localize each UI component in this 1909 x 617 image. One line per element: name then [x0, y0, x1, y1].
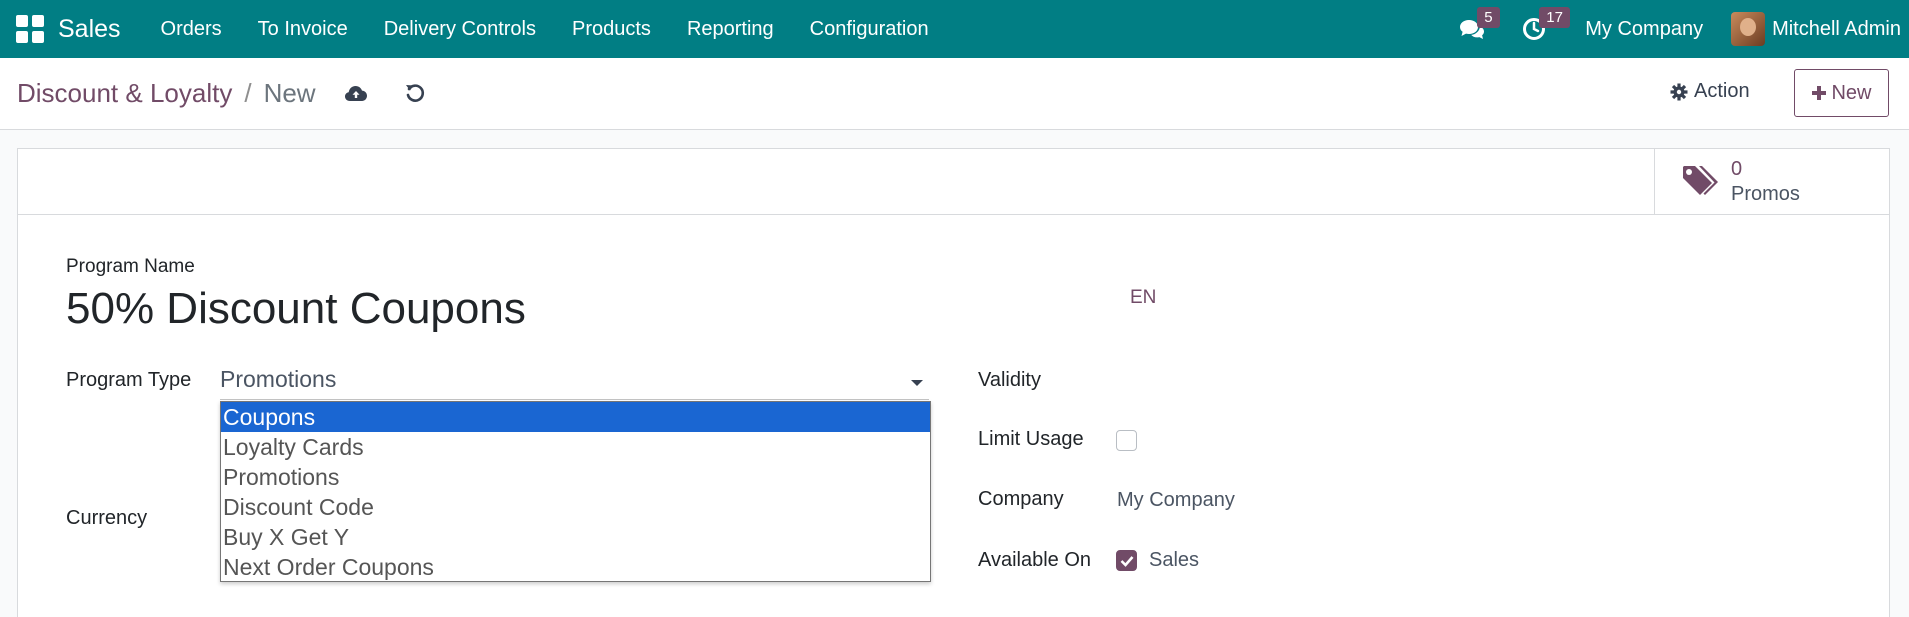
program-type-label: Program Type: [66, 369, 192, 391]
program-type-option[interactable]: Buy X Get Y: [221, 522, 930, 552]
save-cloud-icon[interactable]: [343, 80, 369, 106]
form-sheet: 0 Promos Program Name 50% Discount Coupo…: [17, 148, 1890, 617]
program-type-option[interactable]: Coupons: [221, 402, 930, 432]
promos-label: Promos: [1731, 182, 1800, 205]
control-panel: Discount & Loyalty / New Action New: [0, 58, 1909, 130]
program-type-value: Promotions: [220, 366, 337, 392]
program-type-option[interactable]: Discount Code: [221, 492, 930, 522]
menu-to-invoice[interactable]: To Invoice: [240, 18, 366, 41]
company-label: Company: [978, 488, 1064, 510]
activities-count-badge: 17: [1539, 7, 1570, 28]
available-on-sales-checkbox[interactable]: [1116, 550, 1137, 571]
company-field[interactable]: My Company: [1117, 489, 1235, 512]
user-menu[interactable]: Mitchell Admin: [1772, 18, 1901, 41]
action-menu-button[interactable]: Action: [1670, 80, 1750, 103]
menu-products[interactable]: Products: [554, 18, 669, 41]
program-type-select[interactable]: Promotions: [220, 366, 929, 400]
discard-undo-icon[interactable]: [402, 80, 428, 106]
program-type-option[interactable]: Loyalty Cards: [221, 432, 930, 462]
menu-orders[interactable]: Orders: [143, 18, 240, 41]
menu-delivery-controls[interactable]: Delivery Controls: [366, 18, 554, 41]
messages-count-badge: 5: [1477, 7, 1500, 28]
user-avatar[interactable]: [1731, 12, 1766, 46]
caret-down-icon: [911, 380, 923, 386]
new-button[interactable]: New: [1794, 69, 1889, 117]
promos-stat-text: 0 Promos: [1731, 157, 1800, 207]
plus-icon: [1812, 86, 1827, 100]
currency-label: Currency: [66, 507, 148, 529]
available-on-label: Available On: [978, 549, 1092, 571]
limit-usage-label: Limit Usage: [978, 428, 1084, 450]
program-name-input[interactable]: 50% Discount Coupons: [66, 284, 526, 334]
available-on-sales-label: Sales: [1149, 549, 1200, 571]
validity-label: Validity: [978, 369, 1041, 391]
program-type-option[interactable]: Next Order Coupons: [221, 552, 930, 582]
promos-stat-button[interactable]: 0 Promos: [1654, 149, 1889, 214]
menu-reporting[interactable]: Reporting: [669, 18, 792, 41]
app-name[interactable]: Sales: [58, 15, 121, 44]
apps-menu-icon[interactable]: [16, 15, 44, 43]
breadcrumb-current: New: [263, 78, 316, 108]
menu-configuration[interactable]: Configuration: [792, 18, 947, 41]
gear-icon: [1670, 83, 1688, 100]
promos-count: 0: [1731, 157, 1743, 180]
check-icon: [1120, 555, 1133, 567]
messages-button[interactable]: 5: [1447, 0, 1500, 58]
top-navbar: Sales Orders To Invoice Delivery Control…: [0, 0, 1909, 58]
tags-icon: [1683, 165, 1718, 195]
program-name-label: Program Name: [66, 256, 195, 277]
activities-button[interactable]: 17: [1509, 0, 1570, 58]
company-switcher[interactable]: My Company: [1585, 18, 1703, 41]
button-box: 0 Promos: [18, 149, 1889, 215]
program-type-dropdown: Coupons Loyalty Cards Promotions Discoun…: [220, 401, 931, 582]
action-label: Action: [1694, 80, 1750, 102]
new-label: New: [1831, 81, 1872, 104]
translate-lang-button[interactable]: EN: [1130, 287, 1156, 309]
breadcrumb: Discount & Loyalty / New: [17, 78, 316, 109]
breadcrumb-parent[interactable]: Discount & Loyalty: [17, 78, 232, 109]
limit-usage-checkbox[interactable]: [1116, 430, 1137, 451]
program-type-option[interactable]: Promotions: [221, 462, 930, 492]
navbar-systray: 5 17 My Company Mitchell Admin: [1447, 0, 1909, 58]
breadcrumb-separator: /: [244, 78, 252, 108]
